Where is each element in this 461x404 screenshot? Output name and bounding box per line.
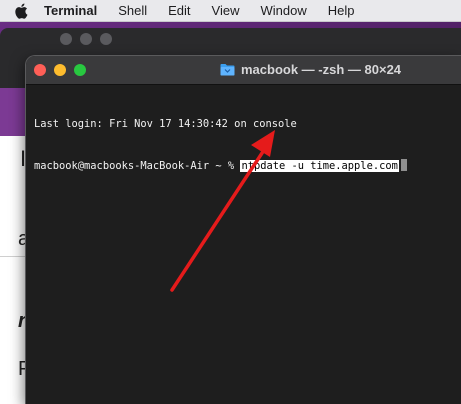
menu-window[interactable]: Window bbox=[261, 3, 307, 18]
window-title-text: macbook — -zsh — 80×24 bbox=[241, 62, 402, 77]
command-text[interactable]: ntpdate -u time.apple.com bbox=[240, 160, 399, 172]
terminal-window[interactable]: macbook — -zsh — 80×24 Last login: Fri N… bbox=[26, 56, 461, 404]
menu-terminal[interactable]: Terminal bbox=[44, 3, 97, 18]
terminal-output[interactable]: Last login: Fri Nov 17 14:30:42 on conso… bbox=[34, 89, 454, 201]
terminal-titlebar[interactable]: macbook — -zsh — 80×24 bbox=[26, 56, 461, 85]
command-line[interactable]: macbook@macbooks-MacBook-Air ~ % ntpdate… bbox=[34, 159, 454, 173]
menu-edit[interactable]: Edit bbox=[168, 3, 190, 18]
text-cursor bbox=[400, 159, 407, 171]
background-zoom-button[interactable] bbox=[100, 33, 112, 45]
background-window-controls bbox=[60, 33, 112, 45]
menu-bar: Terminal Shell Edit View Window Help bbox=[0, 0, 461, 22]
minimize-button[interactable] bbox=[54, 64, 66, 76]
folder-icon bbox=[220, 64, 235, 76]
shell-prompt: macbook@macbooks-MacBook-Air ~ % bbox=[34, 160, 241, 172]
menu-shell[interactable]: Shell bbox=[118, 3, 147, 18]
menu-help[interactable]: Help bbox=[328, 3, 355, 18]
zoom-button[interactable] bbox=[74, 64, 86, 76]
background-close-button[interactable] bbox=[60, 33, 72, 45]
menu-view[interactable]: View bbox=[212, 3, 240, 18]
window-title: macbook — -zsh — 80×24 bbox=[220, 62, 401, 77]
close-button[interactable] bbox=[34, 64, 46, 76]
apple-icon[interactable] bbox=[14, 3, 28, 19]
background-minimize-button[interactable] bbox=[80, 33, 92, 45]
last-login-line: Last login: Fri Nov 17 14:30:42 on conso… bbox=[34, 118, 297, 130]
